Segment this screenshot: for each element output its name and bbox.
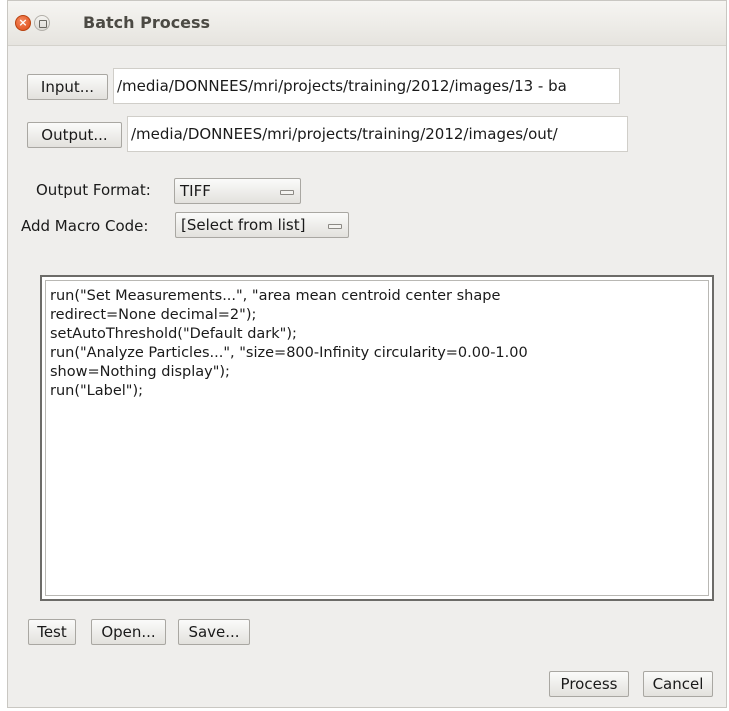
dropdown-indicator-icon <box>280 190 294 195</box>
input-button[interactable]: Input... <box>27 74 108 100</box>
window-title: Batch Process <box>83 13 211 32</box>
code-line: run("Set Measurements...", "area mean ce… <box>50 288 501 304</box>
code-line: setAutoThreshold("Default dark"); <box>50 326 297 342</box>
macro-code-select[interactable]: [Select from list] <box>175 212 349 238</box>
title-bar[interactable]: × Batch Process <box>8 1 726 46</box>
output-format-value: TIFF <box>180 182 211 200</box>
batch-process-dialog: × Batch Process Input... /media/DONNEES/… <box>7 0 727 708</box>
macro-code-text-area[interactable]: run("Set Measurements...", "area mean ce… <box>45 280 709 596</box>
output-path-field[interactable]: /media/DONNEES/mri/projects/training/201… <box>127 116 628 152</box>
input-path-field[interactable]: /media/DONNEES/mri/projects/training/201… <box>113 68 620 104</box>
macro-code-value: [Select from list] <box>181 216 306 234</box>
close-window-button[interactable]: × <box>15 15 31 31</box>
test-button[interactable]: Test <box>28 619 76 645</box>
macro-code-editor[interactable]: run("Set Measurements...", "area mean ce… <box>40 275 714 601</box>
open-button[interactable]: Open... <box>91 619 166 645</box>
output-button[interactable]: Output... <box>27 122 122 148</box>
code-line: run("Label"); <box>50 383 143 399</box>
minimize-window-button[interactable] <box>34 15 50 31</box>
dropdown-indicator-icon <box>328 224 342 229</box>
process-button[interactable]: Process <box>549 671 629 697</box>
macro-code-label: Add Macro Code: <box>21 217 149 235</box>
code-line: redirect=None decimal=2"); <box>50 307 257 323</box>
cancel-button[interactable]: Cancel <box>643 671 713 697</box>
code-line: show=Nothing display"); <box>50 364 230 380</box>
output-format-select[interactable]: TIFF <box>174 178 301 204</box>
save-button[interactable]: Save... <box>178 619 250 645</box>
code-line: run("Analyze Particles...", "size=800-In… <box>50 345 528 361</box>
output-format-label: Output Format: <box>36 181 151 199</box>
close-icon: × <box>18 16 28 29</box>
